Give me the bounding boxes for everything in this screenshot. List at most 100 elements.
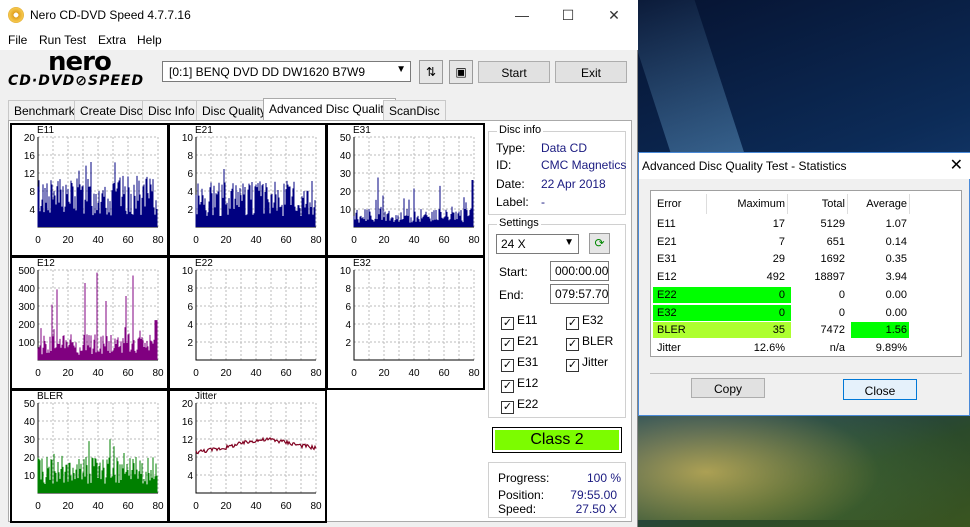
statistics-title: Advanced Disc Quality Test - Statistics xyxy=(642,159,847,173)
menu-run-test[interactable]: Run Test xyxy=(39,33,86,47)
x-tick-label: 40 xyxy=(408,235,420,246)
tab-benchmark[interactable]: Benchmark xyxy=(8,100,81,120)
row-maximum: 35 xyxy=(772,324,785,337)
label-value: - xyxy=(541,195,545,209)
y-tick-label: 16 xyxy=(182,417,194,428)
eject-icon[interactable]: ⇅ xyxy=(419,60,443,84)
refresh-icon[interactable]: ⟳ xyxy=(589,233,610,254)
x-tick-label: 80 xyxy=(468,368,480,379)
y-tick-label: 10 xyxy=(182,266,194,277)
y-tick-label: 400 xyxy=(18,284,35,295)
x-tick-label: 0 xyxy=(193,368,199,379)
tab-advanced-disc-quality[interactable]: Advanced Disc Quality xyxy=(263,98,396,120)
position-label: Position: xyxy=(498,488,545,502)
statistics-close-icon[interactable]: ✕ xyxy=(950,155,963,175)
speed-select[interactable]: 24 X ▼ xyxy=(496,234,579,254)
checkbox-e22[interactable]: ✓ E22 xyxy=(501,397,538,414)
row-total: 1692 xyxy=(820,253,845,266)
row-maximum: 0 xyxy=(778,288,785,301)
start-label: Start: xyxy=(499,265,528,279)
row-average: 1.56 xyxy=(885,324,907,337)
row-error: E11 xyxy=(657,218,676,230)
row-error: BLER xyxy=(657,324,686,337)
chart-e22: E22 10 8 6 4 2 0 20 40 60 80 xyxy=(168,256,327,390)
chart-svg: 1086420 20 40 60 80 xyxy=(182,133,322,246)
x-tick-label: 20 xyxy=(378,368,390,379)
save-icon[interactable]: ▣ xyxy=(449,60,473,84)
checkbox-e12[interactable]: ✓ E12 xyxy=(501,376,538,393)
x-tick-label: 60 xyxy=(122,501,134,512)
x-tick-label: 80 xyxy=(310,368,322,379)
row-error: E22 xyxy=(657,288,677,301)
row-total: 18897 xyxy=(814,271,845,284)
y-tick-label: 50 xyxy=(24,399,36,410)
checkbox-bler[interactable]: ✓ BLER xyxy=(566,334,613,351)
chart-e31: E31 50 40 30 20 10 0 20 40 60 80 xyxy=(326,123,485,257)
date-value: 22 Apr 2018 xyxy=(541,177,606,191)
menu-file[interactable]: File xyxy=(8,33,27,47)
close-dialog-button[interactable]: Close xyxy=(843,379,917,400)
drive-select[interactable]: [0:1] BENQ DVD DD DW1620 B7W9 ▼ xyxy=(162,61,411,82)
close-button[interactable]: ✕ xyxy=(591,0,637,30)
y-tick-label: 8 xyxy=(187,453,193,464)
x-tick-label: 80 xyxy=(152,235,164,246)
speed-value: 27.50 X xyxy=(575,502,617,516)
y-tick-label: 8 xyxy=(29,187,35,198)
x-tick-label: 20 xyxy=(62,368,74,379)
maximize-button[interactable]: ☐ xyxy=(545,0,591,30)
x-tick-label: 20 xyxy=(62,501,74,512)
x-tick-label: 40 xyxy=(408,368,420,379)
label-label: Label: xyxy=(496,195,529,209)
title-bar[interactable]: Nero CD-DVD Speed 4.7.7.16 — ☐ ✕ xyxy=(0,0,638,30)
menu-extra[interactable]: Extra xyxy=(98,33,126,47)
row-total: 5129 xyxy=(820,218,845,230)
statistics-title-bar[interactable]: Advanced Disc Quality Test - Statistics … xyxy=(639,153,970,179)
y-tick-label: 2 xyxy=(187,205,193,216)
y-tick-label: 12 xyxy=(24,169,36,180)
chart-svg: 50 40 30 20 10 0 20 40 60 80 xyxy=(24,399,164,512)
statistics-table: Error Maximum Total Average E11 17 5129 1.07 E21… xyxy=(650,190,962,357)
checkbox-e31[interactable]: ✓ E31 xyxy=(501,355,538,372)
exit-button[interactable]: Exit xyxy=(555,61,627,83)
tab-create-disc[interactable]: Create Disc xyxy=(74,100,149,120)
row-average: 0.00 xyxy=(885,306,907,319)
x-tick-label: 20 xyxy=(62,235,74,246)
x-tick-label: 80 xyxy=(152,501,164,512)
x-tick-label: 60 xyxy=(280,368,292,379)
x-tick-label: 40 xyxy=(250,501,262,512)
row-maximum: 29 xyxy=(772,253,785,266)
copy-button[interactable]: Copy xyxy=(691,378,765,398)
checkbox-e11[interactable]: ✓ E11 xyxy=(501,313,537,330)
row-total: 0 xyxy=(838,306,845,319)
tab-disc-quality[interactable]: Disc Quality xyxy=(196,100,273,120)
tab-scandisc[interactable]: ScanDisc xyxy=(383,100,446,120)
y-tick-label: 2 xyxy=(187,338,193,349)
y-tick-label: 30 xyxy=(340,169,352,180)
row-maximum: 7 xyxy=(778,235,785,248)
chart-svg: 1086420 20 40 60 80 xyxy=(182,266,322,379)
minimize-button[interactable]: — xyxy=(499,0,545,30)
row-average: 0.00 xyxy=(885,288,907,301)
column-header[interactable]: Maximum xyxy=(711,198,785,210)
column-header[interactable]: Error xyxy=(657,198,707,210)
start-field[interactable]: 000:00.00 xyxy=(550,261,609,281)
checkbox-jitter[interactable]: ✓ Jitter xyxy=(566,355,608,372)
x-tick-label: 60 xyxy=(280,501,292,512)
end-field[interactable]: 079:57.70 xyxy=(550,284,609,304)
x-tick-label: 60 xyxy=(438,368,450,379)
start-button[interactable]: Start xyxy=(478,61,550,83)
tab-disc-info[interactable]: Disc Info xyxy=(142,100,201,120)
window-title: Nero CD-DVD Speed 4.7.7.16 xyxy=(30,8,191,22)
y-tick-label: 200 xyxy=(18,320,35,331)
main-window: Nero CD-DVD Speed 4.7.7.16 — ☐ ✕ File Ru… xyxy=(0,0,638,527)
y-tick-label: 4 xyxy=(187,471,193,482)
checkbox-e32[interactable]: ✓ E32 xyxy=(566,313,603,330)
row-error: Jitter xyxy=(657,341,681,354)
chart-bler: BLER 50 40 30 20 10 0 20 40 60 80 xyxy=(10,389,169,523)
chart-e32: E32 10 8 6 4 2 0 20 40 60 80 xyxy=(326,256,485,390)
menu-help[interactable]: Help xyxy=(137,33,162,47)
checkbox-e21[interactable]: ✓ E21 xyxy=(501,334,538,351)
column-header[interactable]: Average xyxy=(849,198,907,210)
column-header[interactable]: Total xyxy=(791,198,845,210)
y-tick-label: 20 xyxy=(182,399,194,410)
